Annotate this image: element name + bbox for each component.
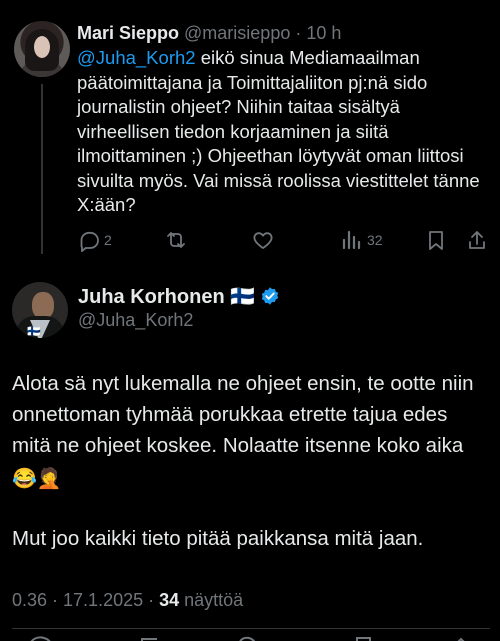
repost-icon <box>167 232 185 248</box>
avatar[interactable]: 🇫🇮 <box>12 282 68 338</box>
tweet-paragraph-2: Mut joo kaikki tieto pitää paikkansa mit… <box>12 527 424 550</box>
like-button[interactable] <box>251 228 275 252</box>
tweet-body: eikö sinua Mediamaailman päätoimittajana… <box>77 47 480 215</box>
share-button[interactable] <box>465 228 489 252</box>
main-tweet-text: Alota sä nyt lukemalla ne ohjeet ensin, … <box>12 368 490 554</box>
repost-button[interactable] <box>164 228 188 252</box>
paragraph-1-text: Alota sä nyt lukemalla ne ohjeet ensin, … <box>12 372 474 457</box>
tweet-metadata: 0.36 · 17.1.2025 · 34 näyttöä <box>12 590 243 611</box>
laugh-facepalm-emojis: 😂🤦 <box>12 468 62 490</box>
bookmark-button[interactable] <box>424 228 448 252</box>
tweet-actions: 2 32 <box>77 228 491 252</box>
like-icon <box>253 232 273 250</box>
bookmark-icon <box>429 231 443 250</box>
tweet-paragraph-1: Alota sä nyt lukemalla ne ohjeet ensin, … <box>12 368 490 492</box>
author-name[interactable]: Mari Sieppo <box>77 23 179 43</box>
reply-button[interactable]: 2 <box>77 228 112 252</box>
flag-icon: 🇫🇮 <box>230 286 256 308</box>
thread-line <box>41 84 43 254</box>
views-count: 32 <box>367 232 383 248</box>
views-label: näyttöä <box>179 590 244 610</box>
dot-separator: · <box>295 23 307 43</box>
views-number: 34 <box>159 590 180 610</box>
author-row: Juha Korhonen 🇫🇮 <box>78 285 280 309</box>
divider <box>12 628 490 629</box>
reply-icon <box>80 231 99 252</box>
views-icon <box>342 230 361 250</box>
verified-badge-icon[interactable] <box>260 286 280 306</box>
author-handle[interactable]: @marisieppo <box>184 23 290 43</box>
views-button[interactable]: 32 <box>339 228 383 252</box>
avatar[interactable] <box>14 21 70 77</box>
bottom-actions-partial <box>0 632 500 641</box>
timestamp[interactable]: 0.36 · 17.1.2025 · <box>12 590 159 610</box>
author-name[interactable]: Juha Korhonen <box>78 286 225 308</box>
tweet-time[interactable]: 10 h <box>306 23 341 43</box>
tweet-text: @Juha_Korh2 eikö sinua Mediamaailman pää… <box>77 46 491 218</box>
flag-badge: 🇫🇮 <box>27 326 41 338</box>
share-icon <box>469 231 485 249</box>
author-handle[interactable]: @Juha_Korh2 <box>78 310 193 331</box>
mention-link[interactable]: @Juha_Korh2 <box>77 47 196 68</box>
reply-count: 2 <box>104 232 112 248</box>
tweet-header: Mari Sieppo @marisieppo · 10 h <box>77 22 341 44</box>
